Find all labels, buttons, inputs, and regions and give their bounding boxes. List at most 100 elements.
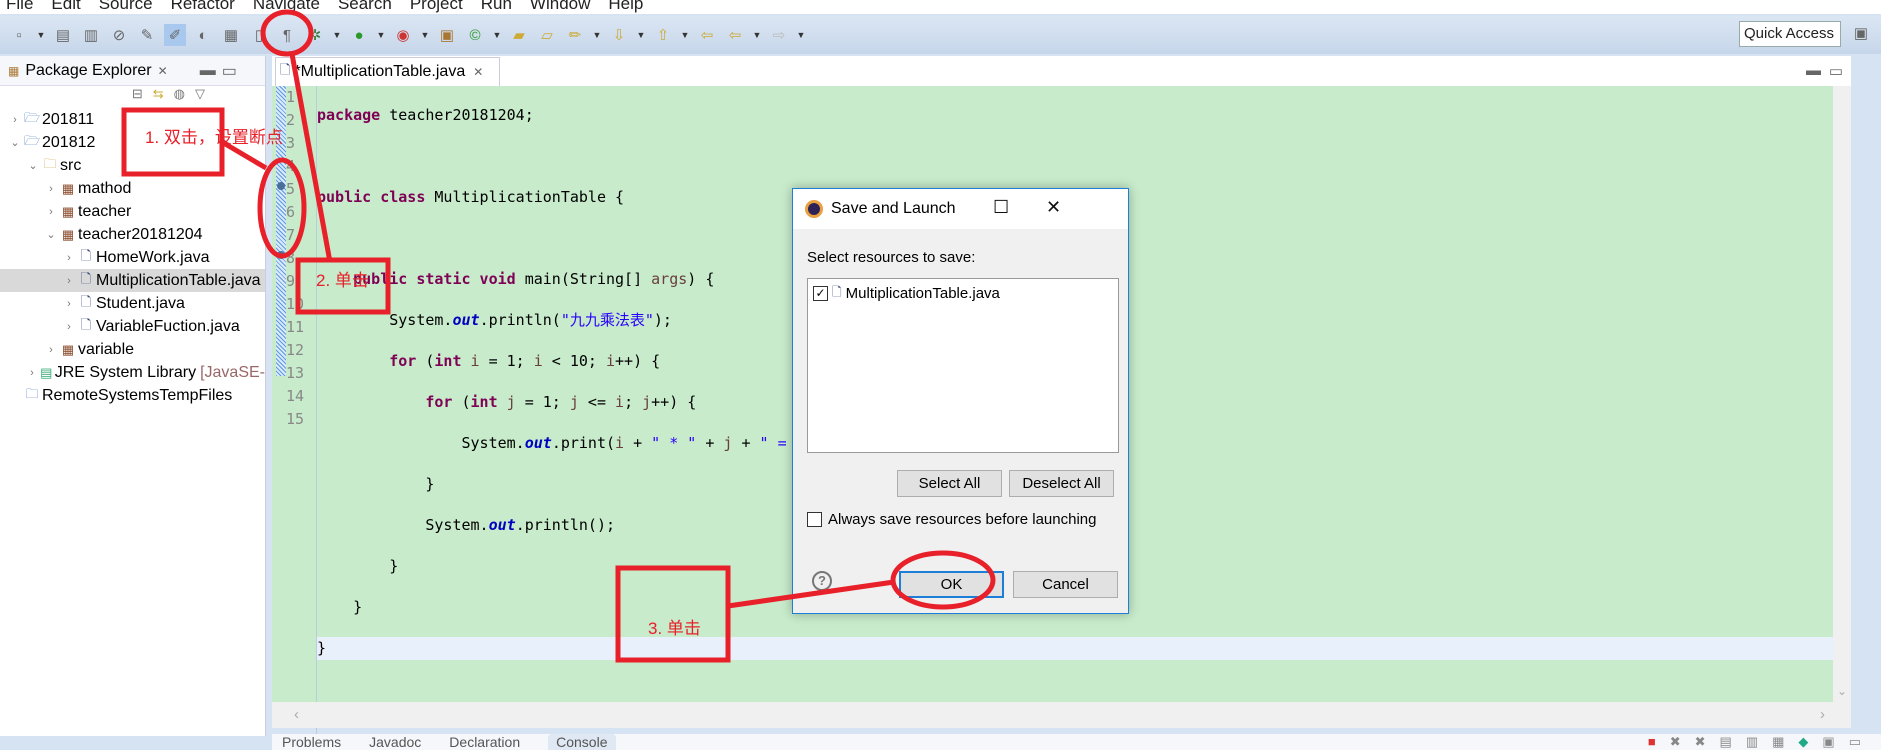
new-class-icon[interactable]: ✎: [136, 24, 158, 46]
tree-item[interactable]: › 🗋 HomeWork.java: [0, 246, 265, 269]
display-console-icon[interactable]: ▣: [1822, 734, 1834, 750]
back-dropdown[interactable]: ▼: [752, 24, 762, 46]
focus-icon[interactable]: ◍: [174, 86, 185, 108]
menu-edit[interactable]: Edit: [51, 0, 80, 14]
back-icon[interactable]: ⇦: [724, 24, 746, 46]
tree-item[interactable]: ⌄ ▦ teacher20181204: [0, 223, 265, 246]
tree-item[interactable]: › ▦ teacher: [0, 200, 265, 223]
paragraph-icon[interactable]: ¶: [276, 24, 298, 46]
run-dropdown[interactable]: ▼: [376, 24, 386, 46]
open-type-icon[interactable]: ▰: [508, 24, 530, 46]
tree-item[interactable]: 🗀 RemoteSystemsTempFiles: [0, 384, 265, 407]
menu-run[interactable]: Run: [481, 0, 512, 14]
expand-toggle-icon[interactable]: ›: [62, 275, 76, 287]
expand-toggle-icon[interactable]: ›: [44, 206, 58, 218]
view-menu-icon[interactable]: ▽: [195, 86, 205, 108]
new-class-dropdown[interactable]: ▼: [492, 24, 502, 46]
tree-item[interactable]: › 🗋 Student.java: [0, 292, 265, 315]
editor-minimize-icon[interactable]: ▬: [1806, 62, 1821, 79]
save-icon[interactable]: ▤: [52, 24, 74, 46]
debug-icon[interactable]: ✲: [304, 24, 326, 46]
minimize-icon[interactable]: ▬: [200, 62, 216, 80]
next-annotation-dropdown[interactable]: ▼: [636, 24, 646, 46]
expand-toggle-icon[interactable]: ›: [26, 367, 38, 379]
scroll-lock-icon[interactable]: ▤: [1720, 734, 1732, 750]
external-tools-icon[interactable]: ◉: [392, 24, 414, 46]
debug-dropdown[interactable]: ▼: [332, 24, 342, 46]
expand-toggle-icon[interactable]: ›: [62, 321, 76, 333]
expand-toggle-icon[interactable]: ›: [44, 344, 58, 356]
quick-access-field[interactable]: Quick Access: [1739, 21, 1841, 47]
expand-toggle-icon[interactable]: ›: [8, 114, 22, 126]
new-package-icon[interactable]: ▣: [436, 24, 458, 46]
close-tab-icon[interactable]: ✕: [473, 65, 483, 79]
pin-console-icon[interactable]: ◆: [1798, 734, 1808, 750]
always-save-option[interactable]: Always save resources before launching: [807, 511, 1096, 528]
maximize-icon[interactable]: ▭: [222, 61, 237, 81]
last-edit-icon[interactable]: ⇦: [696, 24, 718, 46]
tree-item[interactable]: › ▤ JRE System Library [JavaSE-: [0, 361, 265, 384]
open-perspective-icon[interactable]: ▣: [1850, 22, 1872, 44]
deselect-all-button[interactable]: Deselect All: [1009, 470, 1114, 497]
previous-annotation-dropdown[interactable]: ▼: [680, 24, 690, 46]
forward-dropdown[interactable]: ▼: [796, 24, 806, 46]
expand-toggle-icon[interactable]: ›: [62, 252, 76, 264]
remove-launch-icon[interactable]: ✖: [1670, 734, 1681, 750]
cancel-button[interactable]: Cancel: [1013, 571, 1118, 598]
tree-item[interactable]: › 🗋 MultiplicationTable.java: [0, 269, 265, 292]
resource-list[interactable]: ✓ 🗋 MultiplicationTable.java: [807, 278, 1119, 453]
tab-console[interactable]: Console: [548, 734, 616, 750]
menu-search[interactable]: Search: [338, 0, 392, 14]
tree-item[interactable]: › ▦ variable: [0, 338, 265, 361]
open-console-icon[interactable]: ▭: [1849, 734, 1861, 750]
search-icon[interactable]: ✏: [564, 24, 586, 46]
external-tools-dropdown[interactable]: ▼: [420, 24, 430, 46]
toggle-mark-icon[interactable]: ◐: [192, 24, 214, 46]
tab-problems[interactable]: Problems: [282, 734, 341, 750]
new-dropdown[interactable]: ▼: [36, 24, 46, 46]
show-console-icon[interactable]: ▦: [1772, 734, 1784, 750]
expand-toggle-icon[interactable]: ›: [44, 183, 58, 195]
tree-item[interactable]: › ▦ mathod: [0, 177, 265, 200]
save-all-icon[interactable]: ▥: [80, 24, 102, 46]
menu-source[interactable]: Source: [99, 0, 153, 14]
expand-toggle-icon[interactable]: ›: [62, 298, 76, 310]
breakpoint-marker[interactable]: [277, 251, 285, 259]
tree-item[interactable]: ⌄ 🗀 src: [0, 154, 265, 177]
new-icon[interactable]: ▫: [8, 24, 30, 46]
open-task-icon[interactable]: ▱: [536, 24, 558, 46]
search-dropdown[interactable]: ▼: [592, 24, 602, 46]
menu-navigate[interactable]: Navigate: [253, 0, 320, 14]
previous-annotation-icon[interactable]: ⇧: [652, 24, 674, 46]
editor-tab[interactable]: 🗋 *MultiplicationTable.java ✕: [275, 57, 500, 86]
ok-button[interactable]: OK: [899, 571, 1004, 598]
show-whitespace-icon[interactable]: ▦: [220, 24, 242, 46]
resource-item[interactable]: ✓ 🗋 MultiplicationTable.java: [808, 279, 1118, 308]
block-select-icon[interactable]: ▯: [248, 24, 270, 46]
menu-help[interactable]: Help: [608, 0, 643, 14]
select-all-button[interactable]: Select All: [897, 470, 1002, 497]
run-icon[interactable]: ●: [348, 24, 370, 46]
remove-all-icon[interactable]: ✖: [1695, 734, 1706, 750]
vertical-scrollbar[interactable]: ⌄: [1833, 86, 1851, 702]
resource-checkbox[interactable]: ✓: [813, 286, 828, 301]
package-explorer-tab[interactable]: ▦ Package Explorer ✕ ▬ ▭: [0, 56, 265, 86]
menu-refactor[interactable]: Refactor: [171, 0, 235, 14]
menu-project[interactable]: Project: [410, 0, 463, 14]
terminate-icon[interactable]: ■: [1648, 734, 1656, 750]
menu-window[interactable]: Window: [530, 0, 590, 14]
new-java-class-icon[interactable]: ©: [464, 24, 486, 46]
expand-toggle-icon[interactable]: ⌄: [26, 159, 40, 172]
next-annotation-icon[interactable]: ⇩: [608, 24, 630, 46]
collapse-all-icon[interactable]: ⊟: [132, 86, 143, 108]
tab-javadoc[interactable]: Javadoc: [369, 734, 421, 750]
maximize-window-button[interactable]: ☐: [993, 197, 1009, 218]
tree-item[interactable]: › 🗋 VariableFuction.java: [0, 315, 265, 338]
tab-declaration[interactable]: Declaration: [449, 734, 520, 750]
highlight-icon[interactable]: ✐: [164, 24, 186, 46]
menu-file[interactable]: File: [6, 0, 33, 14]
forward-icon[interactable]: ⇨: [768, 24, 790, 46]
help-icon[interactable]: ?: [812, 571, 832, 591]
expand-toggle-icon[interactable]: ⌄: [8, 136, 22, 149]
breakpoint-marker[interactable]: [277, 182, 285, 190]
